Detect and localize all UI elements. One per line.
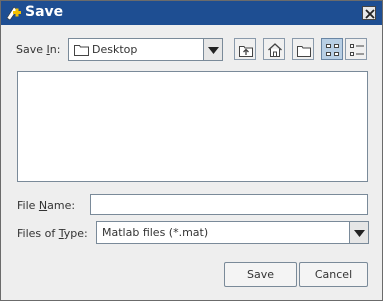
home-icon bbox=[268, 43, 282, 57]
new-folder-button[interactable] bbox=[292, 38, 314, 60]
new-folder-icon bbox=[297, 46, 311, 57]
details-view-icon bbox=[350, 44, 364, 56]
folder-icon bbox=[74, 44, 89, 59]
title-bar[interactable]: Save bbox=[1, 1, 382, 25]
files-of-type-value: Matlab files (*.mat) bbox=[102, 226, 209, 239]
up-one-level-icon bbox=[239, 46, 253, 57]
save-in-dropdown-arrow[interactable] bbox=[203, 39, 222, 60]
up-one-level-button[interactable] bbox=[234, 38, 256, 60]
chevron-down-icon bbox=[354, 230, 365, 237]
close-button[interactable] bbox=[362, 6, 376, 20]
file-name-input[interactable] bbox=[90, 194, 368, 215]
list-view-button[interactable] bbox=[321, 38, 343, 60]
save-add-icon bbox=[5, 4, 22, 21]
save-in-label: Save In: bbox=[16, 43, 61, 56]
window-title: Save bbox=[25, 4, 64, 20]
save-in-combo[interactable]: Desktop bbox=[68, 38, 223, 61]
list-view-icon bbox=[326, 44, 339, 56]
close-icon bbox=[365, 9, 375, 19]
save-button[interactable]: Save bbox=[224, 262, 297, 287]
cancel-button[interactable]: Cancel bbox=[299, 262, 368, 287]
file-name-label: File Name: bbox=[17, 199, 76, 212]
file-list[interactable] bbox=[17, 71, 368, 182]
details-view-button[interactable] bbox=[345, 38, 367, 60]
files-of-type-label: Files of Type: bbox=[17, 227, 88, 240]
save-in-value: Desktop bbox=[92, 43, 138, 56]
files-of-type-combo[interactable]: Matlab files (*.mat) bbox=[96, 221, 369, 244]
chevron-down-icon bbox=[208, 47, 219, 54]
save-dialog: Save Save In: Desktop File Name: Files o… bbox=[0, 0, 383, 301]
home-button[interactable] bbox=[263, 38, 285, 60]
files-of-type-dropdown-arrow[interactable] bbox=[349, 222, 368, 243]
